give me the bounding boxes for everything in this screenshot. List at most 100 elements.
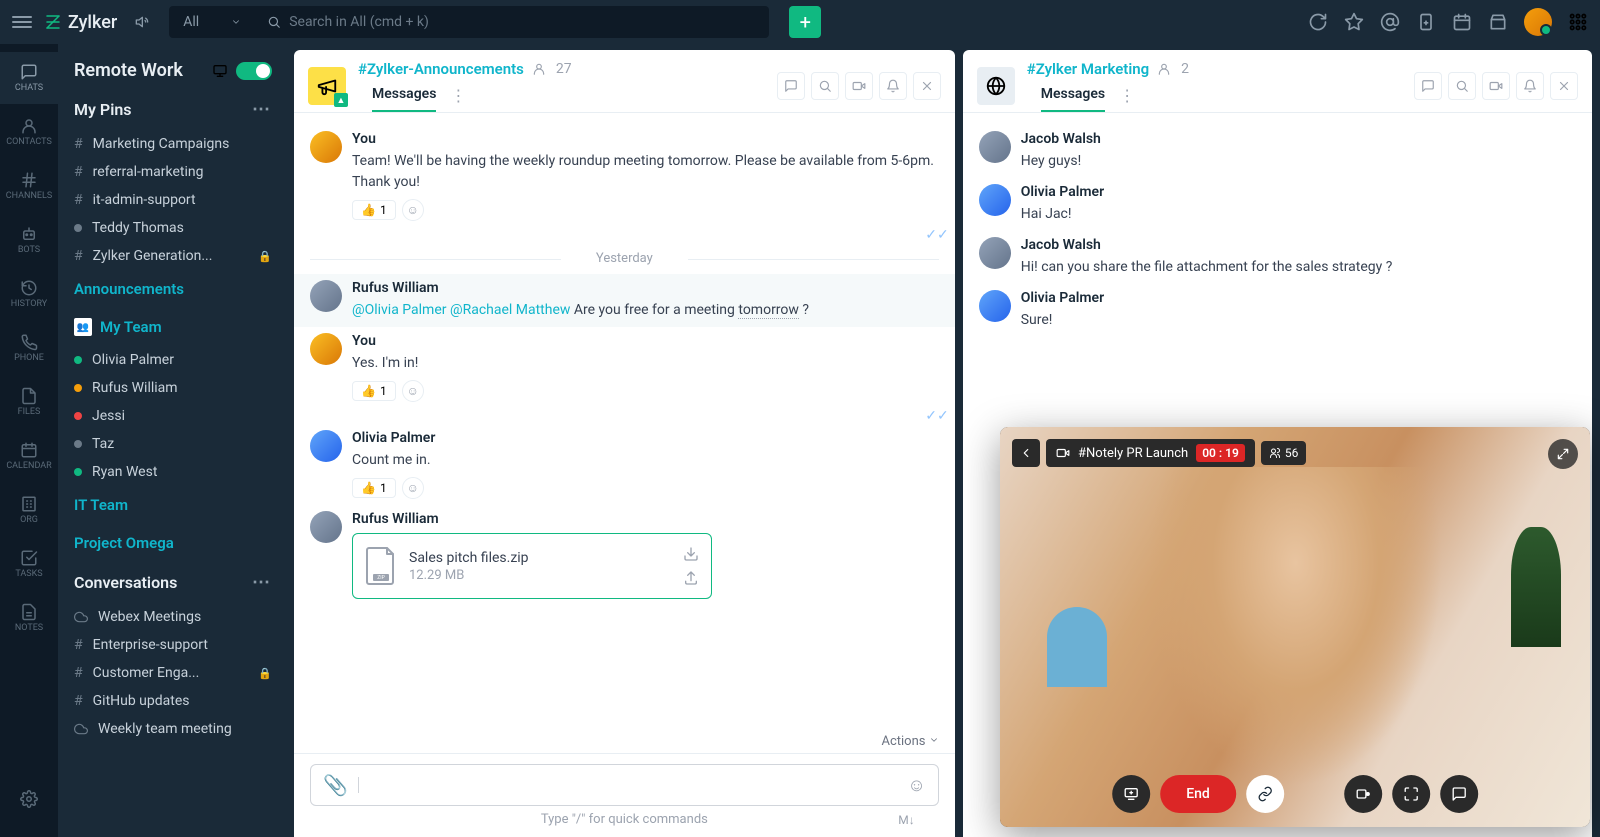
nav-calendar[interactable]: CALENDAR <box>0 430 58 482</box>
user-avatar[interactable] <box>1524 8 1552 36</box>
nav-phone[interactable]: PHONE <box>0 322 58 374</box>
add-button[interactable]: + <box>789 6 821 38</box>
expand-icon[interactable] <box>1548 439 1578 469</box>
message[interactable]: You Team! We'll be having the weekly rou… <box>294 125 955 227</box>
search-icon[interactable] <box>1448 72 1476 100</box>
projectomega-header[interactable]: Project Omega <box>58 524 288 562</box>
status-toggle[interactable] <box>236 62 272 80</box>
video-icon[interactable] <box>845 72 873 100</box>
pin-item[interactable]: #Marketing Campaigns <box>58 130 288 158</box>
nav-files[interactable]: FILES <box>0 376 58 428</box>
calendar-icon[interactable] <box>1452 12 1472 32</box>
refresh-icon[interactable] <box>1308 12 1328 32</box>
announcements-header[interactable]: Announcements <box>58 270 288 308</box>
pin-item[interactable]: Teddy Thomas <box>58 214 288 242</box>
chat-icon[interactable] <box>777 72 805 100</box>
tab-more-icon[interactable]: ⋮ <box>1119 86 1135 105</box>
end-call-button[interactable]: End <box>1160 775 1236 813</box>
message[interactable]: Rufus William ZIP Sales pitch files.zip … <box>294 505 955 605</box>
message[interactable]: Jacob WalshHey guys! <box>963 125 1592 178</box>
members-icon[interactable] <box>1157 62 1171 76</box>
search-box[interactable] <box>255 6 769 38</box>
myteam-header[interactable]: 👥My Team <box>58 308 288 346</box>
add-reaction-icon[interactable]: ☺ <box>402 199 424 221</box>
screen-share-button[interactable] <box>1112 775 1150 813</box>
message[interactable]: Jacob WalshHi! can you share the file at… <box>963 231 1592 284</box>
bookmark-icon[interactable] <box>1416 12 1436 32</box>
star-icon[interactable] <box>1344 12 1364 32</box>
bell-icon[interactable] <box>1516 72 1544 100</box>
chat-button[interactable] <box>1440 775 1478 813</box>
chat-icon[interactable] <box>1414 72 1442 100</box>
close-icon[interactable] <box>913 72 941 100</box>
mention[interactable]: @Olivia Palmer <box>352 302 447 318</box>
file-attachment[interactable]: ZIP Sales pitch files.zip 12.29 MB <box>352 533 712 599</box>
message[interactable]: Rufus William @Olivia Palmer @Rachael Ma… <box>294 274 955 327</box>
download-icon[interactable] <box>683 546 699 562</box>
video-back-button[interactable] <box>1012 439 1040 467</box>
nav-tasks[interactable]: TASKS <box>0 538 58 590</box>
mention-icon[interactable] <box>1380 12 1400 32</box>
tab-messages[interactable]: Messages <box>372 78 436 112</box>
pin-item[interactable]: #referral-marketing <box>58 158 288 186</box>
pin-item[interactable]: #it-admin-support <box>58 186 288 214</box>
team-member[interactable]: Jessi <box>58 402 288 430</box>
search-input[interactable] <box>289 14 757 30</box>
brand-logo[interactable]: Zylker <box>44 12 117 33</box>
nav-notes[interactable]: NOTES <box>0 592 58 644</box>
reaction[interactable]: 👍1 <box>352 200 396 220</box>
markdown-icon[interactable]: M↓ <box>898 813 914 827</box>
compose-box[interactable]: 📎 ☺ <box>310 764 939 806</box>
conversation-item[interactable]: #GitHub updates <box>58 687 288 715</box>
members-icon[interactable] <box>532 62 546 76</box>
channel-name[interactable]: #Zylker Marketing <box>1027 60 1149 78</box>
nav-bots[interactable]: BOTS <box>0 214 58 266</box>
nav-channels[interactable]: CHANNELS <box>0 160 58 212</box>
conversation-item[interactable]: #Enterprise-support <box>58 631 288 659</box>
attach-icon[interactable]: 📎 <box>323 773 348 797</box>
message[interactable]: Olivia PalmerSure! <box>963 284 1592 337</box>
nav-settings[interactable] <box>0 773 58 825</box>
close-icon[interactable] <box>1550 72 1578 100</box>
pin-item[interactable]: #Zylker Generation...🔒 <box>58 242 288 270</box>
hamburger-menu[interactable] <box>12 12 32 32</box>
tab-messages[interactable]: Messages <box>1041 78 1105 112</box>
nav-history[interactable]: HISTORY <box>0 268 58 320</box>
team-member[interactable]: Rufus William <box>58 374 288 402</box>
record-button[interactable] <box>1344 775 1382 813</box>
team-member[interactable]: Ryan West <box>58 458 288 486</box>
emoji-icon[interactable]: ☺ <box>907 775 925 796</box>
conversation-item[interactable]: Webex Meetings <box>58 603 288 631</box>
conversation-item[interactable]: #Customer Enga...🔒 <box>58 659 288 687</box>
monitor-icon[interactable] <box>212 63 228 79</box>
channel-name[interactable]: #Zylker-Announcements <box>358 60 524 78</box>
pins-more-icon[interactable]: ⋯ <box>252 99 272 120</box>
reaction[interactable]: 👍1 <box>352 381 396 401</box>
mention[interactable]: @Rachael Matthew <box>450 302 570 318</box>
conversation-item[interactable]: Weekly team meeting <box>58 715 288 743</box>
add-reaction-icon[interactable]: ☺ <box>402 380 424 402</box>
message[interactable]: Olivia Palmer Count me in. 👍1 ☺ <box>294 424 955 505</box>
actions-dropdown[interactable]: Actions <box>294 730 955 753</box>
fullscreen-button[interactable] <box>1392 775 1430 813</box>
add-reaction-icon[interactable]: ☺ <box>402 477 424 499</box>
video-viewers[interactable]: 56 <box>1261 441 1307 465</box>
reaction[interactable]: 👍1 <box>352 478 396 498</box>
search-icon[interactable] <box>811 72 839 100</box>
video-icon[interactable] <box>1482 72 1510 100</box>
nav-contacts[interactable]: CONTACTS <box>0 106 58 158</box>
conversations-more-icon[interactable]: ⋯ <box>252 572 272 593</box>
search-scope-dropdown[interactable]: All <box>169 6 255 38</box>
video-call-window[interactable]: #Notely PR Launch 00 : 19 56 End <box>1000 427 1590 827</box>
apps-grid-icon[interactable] <box>1568 12 1588 32</box>
message[interactable]: Olivia PalmerHai Jac! <box>963 178 1592 231</box>
nav-chats[interactable]: CHATS <box>0 52 58 104</box>
team-member[interactable]: Olivia Palmer <box>58 346 288 374</box>
itteam-header[interactable]: IT Team <box>58 486 288 524</box>
message-input[interactable] <box>358 777 897 793</box>
tab-more-icon[interactable]: ⋮ <box>450 86 466 105</box>
nav-org[interactable]: ORG <box>0 484 58 536</box>
message[interactable]: You Yes. I'm in! 👍1 ☺ <box>294 327 955 408</box>
sound-icon[interactable] <box>129 8 157 36</box>
team-member[interactable]: Taz <box>58 430 288 458</box>
